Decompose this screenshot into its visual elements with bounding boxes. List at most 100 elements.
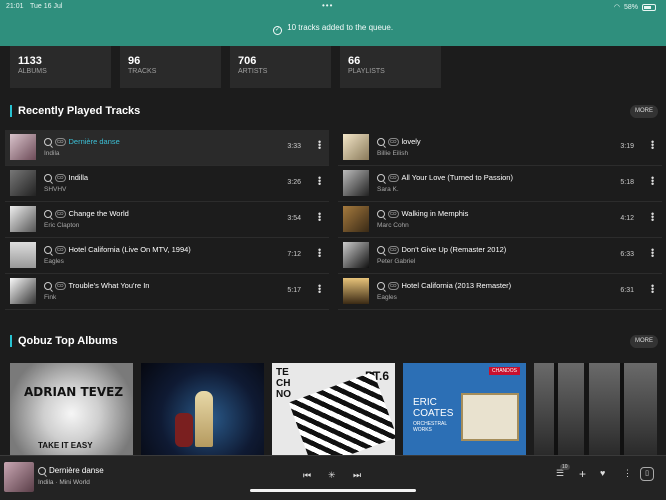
album-cover-text: TECHNO	[276, 367, 291, 400]
track-artist: Eagles	[44, 258, 64, 265]
recent-more-button[interactable]: MORE	[630, 105, 658, 118]
more-vert-icon[interactable]: • • •	[318, 138, 321, 153]
track-title-line: CD Change the World	[44, 209, 129, 218]
cd-badge: CD	[388, 173, 399, 182]
more-vert-icon[interactable]: • • •	[651, 174, 654, 189]
track-title-line: CD Walking in Memphis	[377, 209, 468, 218]
track-row[interactable]: CD All Your Love (Turned to Passion) Sar…	[338, 166, 662, 202]
track-artist: Peter Gabriel	[377, 258, 416, 265]
check-icon: ✓	[272, 26, 282, 35]
track-row[interactable]: CD Indilla SHVHV 3:26 • • •	[5, 166, 329, 202]
album-cover[interactable]: TECHNO PT.6	[272, 363, 395, 455]
hires-icon	[377, 245, 385, 254]
track-cover	[343, 278, 369, 304]
home-indicator[interactable]	[250, 489, 416, 492]
cd-badge: CD	[388, 281, 399, 290]
track-row[interactable]: CD Walking in Memphis Marc Cohn 4:12 • • •	[338, 202, 662, 238]
more-vert-icon[interactable]: • • •	[651, 138, 654, 153]
player-subtitle: Indila · Mini World	[38, 479, 90, 486]
track-duration: 5:17	[287, 287, 301, 294]
status-date: Tue 16 Jul	[30, 3, 63, 10]
status-time: 21:01	[6, 3, 24, 10]
mini-player[interactable]: Dernière danse Indila · Mini World ⏮ ✳ ⏭…	[0, 455, 666, 500]
more-vert-icon[interactable]: • • •	[318, 282, 321, 297]
player-title: Dernière danse	[49, 466, 104, 475]
album-cover[interactable]: ADRIAN TEVEZ TAKE IT EASY	[10, 363, 133, 455]
status-bar: 21:01 Tue 16 Jul ••• ◠ 58%	[0, 1, 666, 12]
album-cover-text: ERIC	[413, 397, 437, 408]
album-cover[interactable]	[534, 363, 657, 455]
track-artist: Billie Eilish	[377, 150, 409, 157]
multitask-dots-icon[interactable]: •••	[322, 1, 333, 10]
album-cover[interactable]: CHANDOS ERIC COATES ORCHESTRAL WORKS	[403, 363, 526, 455]
queue-icon[interactable]: ☰ 10	[556, 464, 570, 479]
track-title: Don't Give Up (Remaster 2012)	[401, 245, 507, 254]
hires-icon	[377, 281, 385, 290]
track-title-line: CD lovely	[377, 137, 421, 146]
top-albums-more-button[interactable]: MORE	[630, 335, 658, 348]
cast-device-icon[interactable]: ▯	[640, 467, 654, 481]
next-icon[interactable]: ⏭	[353, 470, 361, 481]
battery-percent: 58%	[623, 3, 638, 11]
track-title-line: CD Hotel California (2013 Remaster)	[377, 281, 511, 290]
track-cover	[10, 206, 36, 232]
track-artist: Sara K.	[377, 186, 399, 193]
track-duration: 3:33	[287, 143, 301, 150]
stat-count: 1133	[18, 55, 42, 67]
track-row[interactable]: CD Hotel California (2013 Remaster) Eagl…	[338, 274, 662, 310]
more-vert-icon[interactable]: ⋮	[623, 468, 632, 479]
stat-count: 66	[348, 55, 361, 67]
track-row[interactable]: CD Hotel California (Live On MTV, 1994) …	[5, 238, 329, 274]
track-title: Hotel California (Live On MTV, 1994)	[68, 245, 191, 254]
track-title: lovely	[401, 137, 421, 146]
hires-icon	[44, 137, 52, 146]
track-artist: Fink	[44, 294, 57, 301]
stat-albums[interactable]: 1133 ALBUMS	[10, 46, 111, 88]
more-vert-icon[interactable]: • • •	[318, 246, 321, 261]
cd-badge: CD	[55, 173, 66, 182]
loading-spinner-icon: ✳	[328, 470, 336, 480]
track-title: Dernière danse	[68, 137, 120, 146]
player-cover[interactable]	[4, 462, 34, 492]
more-vert-icon[interactable]: • • •	[651, 210, 654, 225]
toast-bar: 21:01 Tue 16 Jul ••• ◠ 58% ✓ 10 tracks a…	[0, 0, 666, 46]
track-cover	[343, 206, 369, 232]
more-vert-icon[interactable]: • • •	[651, 282, 654, 297]
track-row[interactable]: CD lovely Billie Eilish 3:19 • • •	[338, 130, 662, 166]
track-title-line: CD Trouble's What You're In	[44, 281, 149, 290]
hires-icon	[44, 209, 52, 218]
battery-icon	[642, 3, 656, 11]
hires-icon	[377, 173, 385, 182]
track-cover	[10, 242, 36, 268]
previous-icon[interactable]: ⏮	[303, 470, 311, 481]
more-vert-icon[interactable]: • • •	[318, 174, 321, 189]
hires-icon	[377, 209, 385, 218]
more-vert-icon[interactable]: • • •	[318, 210, 321, 225]
album-cover[interactable]	[141, 363, 264, 455]
stat-playlists[interactable]: 66 PLAYLISTS	[340, 46, 441, 88]
heart-icon[interactable]: ♥	[600, 468, 605, 478]
track-row[interactable]: CD Don't Give Up (Remaster 2012) Peter G…	[338, 238, 662, 274]
album-cover-text: COATES	[413, 408, 454, 419]
recent-title: Recently Played Tracks	[10, 105, 140, 117]
track-row[interactable]: CD Dernière danse Indila 3:33 • • •	[5, 130, 329, 166]
cd-badge: CD	[55, 245, 66, 254]
track-duration: 4:12	[620, 215, 634, 222]
album-cover-text: ADRIAN TEVEZ	[24, 385, 124, 399]
track-artist: Eagles	[377, 294, 397, 301]
track-duration: 3:54	[287, 215, 301, 222]
track-row[interactable]: CD Trouble's What You're In Fink 5:17 • •…	[5, 274, 329, 310]
track-artist: Marc Cohn	[377, 222, 409, 229]
track-row[interactable]: CD Change the World Eric Clapton 3:54 • •…	[5, 202, 329, 238]
more-vert-icon[interactable]: • • •	[651, 246, 654, 261]
track-title-line: CD All Your Love (Turned to Passion)	[377, 173, 513, 182]
stat-tracks[interactable]: 96 TRACKS	[120, 46, 221, 88]
add-icon[interactable]: +	[579, 467, 586, 481]
stat-label: ALBUMS	[18, 68, 47, 75]
track-title: All Your Love (Turned to Passion)	[401, 173, 513, 182]
stat-artists[interactable]: 706 ARTISTS	[230, 46, 331, 88]
tracks-col-left: CD Dernière danse Indila 3:33 • • • CD Ind…	[5, 130, 329, 310]
hires-icon	[44, 281, 52, 290]
toast-message: 10 tracks added to the queue.	[287, 23, 394, 32]
cd-badge: CD	[55, 137, 66, 146]
